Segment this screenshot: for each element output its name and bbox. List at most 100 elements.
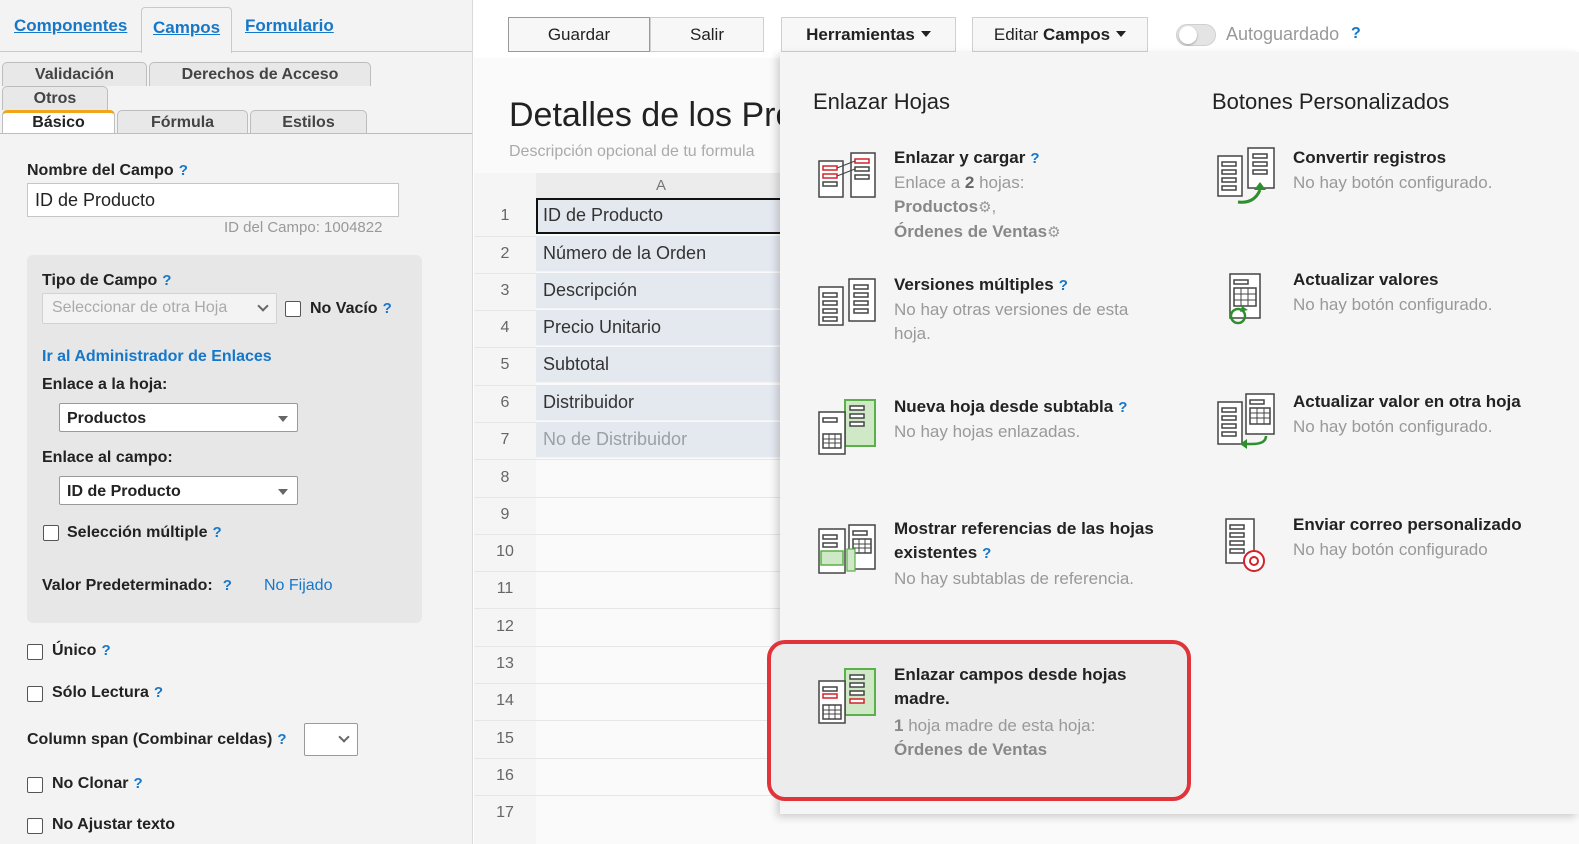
gear-icon[interactable]: ⚙	[978, 199, 991, 216]
tools-menu-button[interactable]: Herramientas	[781, 17, 956, 52]
default-value-link[interactable]: No Fijado	[264, 577, 332, 595]
help-icon[interactable]: ?	[383, 300, 392, 317]
new-from-subtable-item[interactable]: Nueva hoja desde subtabla? No hay hojas …	[813, 389, 1163, 469]
dropdown-arrow-icon	[278, 489, 288, 495]
subtab-otros[interactable]: Otros	[2, 86, 108, 110]
caret-down-icon	[1116, 31, 1127, 37]
no-wrap-checkbox[interactable]	[27, 818, 43, 834]
form-field-cell[interactable]: Precio Unitario	[536, 310, 786, 346]
row-number: 15	[496, 730, 514, 747]
versions-item[interactable]: Versiones múltiples? No hay otras versio…	[813, 267, 1163, 347]
row-number: 17	[496, 804, 514, 821]
readonly-checkbox[interactable]	[27, 686, 43, 702]
form-field-cell[interactable]: Número de la Orden	[536, 236, 786, 272]
field-name-input[interactable]: ID de Producto	[27, 183, 399, 217]
help-icon[interactable]: ?	[154, 684, 163, 701]
convert-records-desc: No hay botón configurado.	[1293, 173, 1493, 192]
link-field-select[interactable]: ID de Producto	[59, 476, 298, 505]
help-icon[interactable]: ?	[1030, 150, 1039, 167]
form-field-cell[interactable]: No de Distribuidor	[536, 422, 786, 458]
help-icon[interactable]: ?	[982, 545, 991, 562]
gear-icon[interactable]: ⚙	[1047, 224, 1060, 241]
sheet-link[interactable]: Órdenes de Ventas	[894, 740, 1047, 759]
no-wrap-label: No Ajustar texto	[52, 816, 175, 833]
help-icon[interactable]: ?	[1118, 399, 1127, 416]
versions-desc: No hay otras versiones de esta hoja.	[894, 300, 1129, 343]
convert-records-item[interactable]: Convertir registros No hay botón configu…	[1212, 140, 1562, 215]
form-field-cell[interactable]: Distribuidor	[536, 385, 786, 421]
new-from-subtable-desc: No hay hojas enlazadas.	[894, 422, 1081, 441]
help-icon[interactable]: ?	[212, 524, 221, 541]
multi-select-checkbox[interactable]	[43, 525, 59, 541]
row-divider	[474, 646, 786, 647]
form-field-cell[interactable]: ID de Producto	[536, 198, 786, 234]
row-number: 10	[496, 543, 514, 560]
help-icon[interactable]: ?	[101, 642, 110, 659]
form-field-cell[interactable]: Subtotal	[536, 347, 786, 383]
dropdown-arrow-icon	[278, 416, 288, 422]
top-tab-bar: Componentes Campos Formulario	[0, 0, 472, 53]
sheet-link[interactable]: Productos	[894, 197, 978, 216]
row-divider	[474, 534, 786, 535]
row-number: 4	[500, 319, 510, 336]
sheet-link[interactable]: Órdenes de Ventas	[894, 222, 1047, 241]
chevron-down-icon	[338, 731, 350, 743]
exit-button[interactable]: Salir	[650, 17, 764, 52]
send-custom-email-title: Enviar correo personalizado	[1293, 515, 1522, 534]
help-icon[interactable]: ?	[1351, 25, 1361, 43]
field-type-select[interactable]: Seleccionar de otra Hoja	[42, 293, 277, 324]
update-values-item[interactable]: Actualizar valores No hay botón configur…	[1212, 262, 1562, 337]
tab-componentes[interactable]: Componentes	[14, 16, 127, 36]
tab-formulario[interactable]: Formulario	[245, 16, 334, 36]
colspan-select[interactable]	[304, 723, 358, 756]
subtab-validacion[interactable]: Validación	[2, 62, 147, 86]
autosave-label: Autoguardado	[1226, 24, 1340, 44]
subtab-estilos[interactable]: Estilos	[250, 110, 367, 134]
link-upload-title: Enlazar y cargar	[894, 148, 1026, 167]
subtab-basico[interactable]: Básico	[2, 110, 115, 134]
link-sheet-select[interactable]: Productos	[59, 403, 298, 432]
send-custom-email-desc: No hay botón configurado	[1293, 540, 1488, 559]
help-icon[interactable]: ?	[179, 162, 188, 179]
colspan-label: Column span (Combinar celdas)?	[27, 731, 287, 748]
help-icon[interactable]: ?	[162, 272, 171, 289]
no-empty-checkbox[interactable]	[285, 301, 301, 317]
link-upload-item[interactable]: Enlazar y cargar? Enlace a 2 hojas: Prod…	[813, 140, 1163, 250]
link-upload-desc: Enlace a 2 hojas: Productos⚙, Órdenes de…	[894, 173, 1061, 241]
readonly-label: Sólo Lectura?	[52, 684, 164, 701]
unique-checkbox[interactable]	[27, 644, 43, 660]
link-admin-link[interactable]: Ir al Administrador de Enlaces	[42, 348, 272, 366]
row-number: 5	[500, 356, 510, 373]
row-number: 11	[496, 580, 514, 597]
tab-campos[interactable]: Campos	[141, 7, 233, 53]
subtab-divider	[0, 133, 472, 134]
no-clone-checkbox[interactable]	[27, 777, 43, 793]
update-values-icon	[1229, 273, 1261, 325]
row-divider	[474, 758, 786, 759]
parent-sheet-fields-icon	[818, 668, 876, 724]
send-custom-email-item[interactable]: Enviar correo personalizado No hay botón…	[1212, 507, 1572, 582]
show-refs-item[interactable]: Mostrar referencias de las hojas existen…	[813, 512, 1163, 602]
help-icon[interactable]: ?	[133, 775, 142, 792]
convert-records-icon	[1217, 147, 1275, 204]
row-number: 8	[500, 469, 510, 486]
column-header-a[interactable]: A	[536, 173, 786, 199]
save-button[interactable]: Guardar	[508, 17, 650, 52]
row-number: 3	[500, 282, 510, 299]
parent-fields-item[interactable]: Enlazar campos desde hojas madre. 1 hoja…	[813, 658, 1163, 768]
field-id-hint: ID del Campo: 1004822	[224, 219, 383, 236]
row-number: 6	[500, 394, 510, 411]
help-icon[interactable]: ?	[1059, 277, 1068, 294]
row-divider	[474, 795, 786, 796]
field-name-label: Nombre del Campo?	[27, 162, 188, 179]
subtab-formula[interactable]: Fórmula	[117, 110, 248, 134]
subtab-derechos-acceso[interactable]: Derechos de Acceso	[149, 62, 371, 86]
form-field-cell[interactable]: Descripción	[536, 273, 786, 309]
autosave-toggle[interactable]	[1176, 24, 1216, 46]
edit-fields-menu-button[interactable]: Editar Campos	[972, 17, 1148, 52]
help-icon[interactable]: ?	[223, 577, 232, 594]
unique-label: Único?	[52, 642, 111, 659]
form-title: Detalles de los Pro	[509, 96, 795, 134]
update-other-sheet-item[interactable]: Actualizar valor en otra hoja No hay bot…	[1212, 384, 1572, 459]
help-icon[interactable]: ?	[277, 731, 286, 748]
